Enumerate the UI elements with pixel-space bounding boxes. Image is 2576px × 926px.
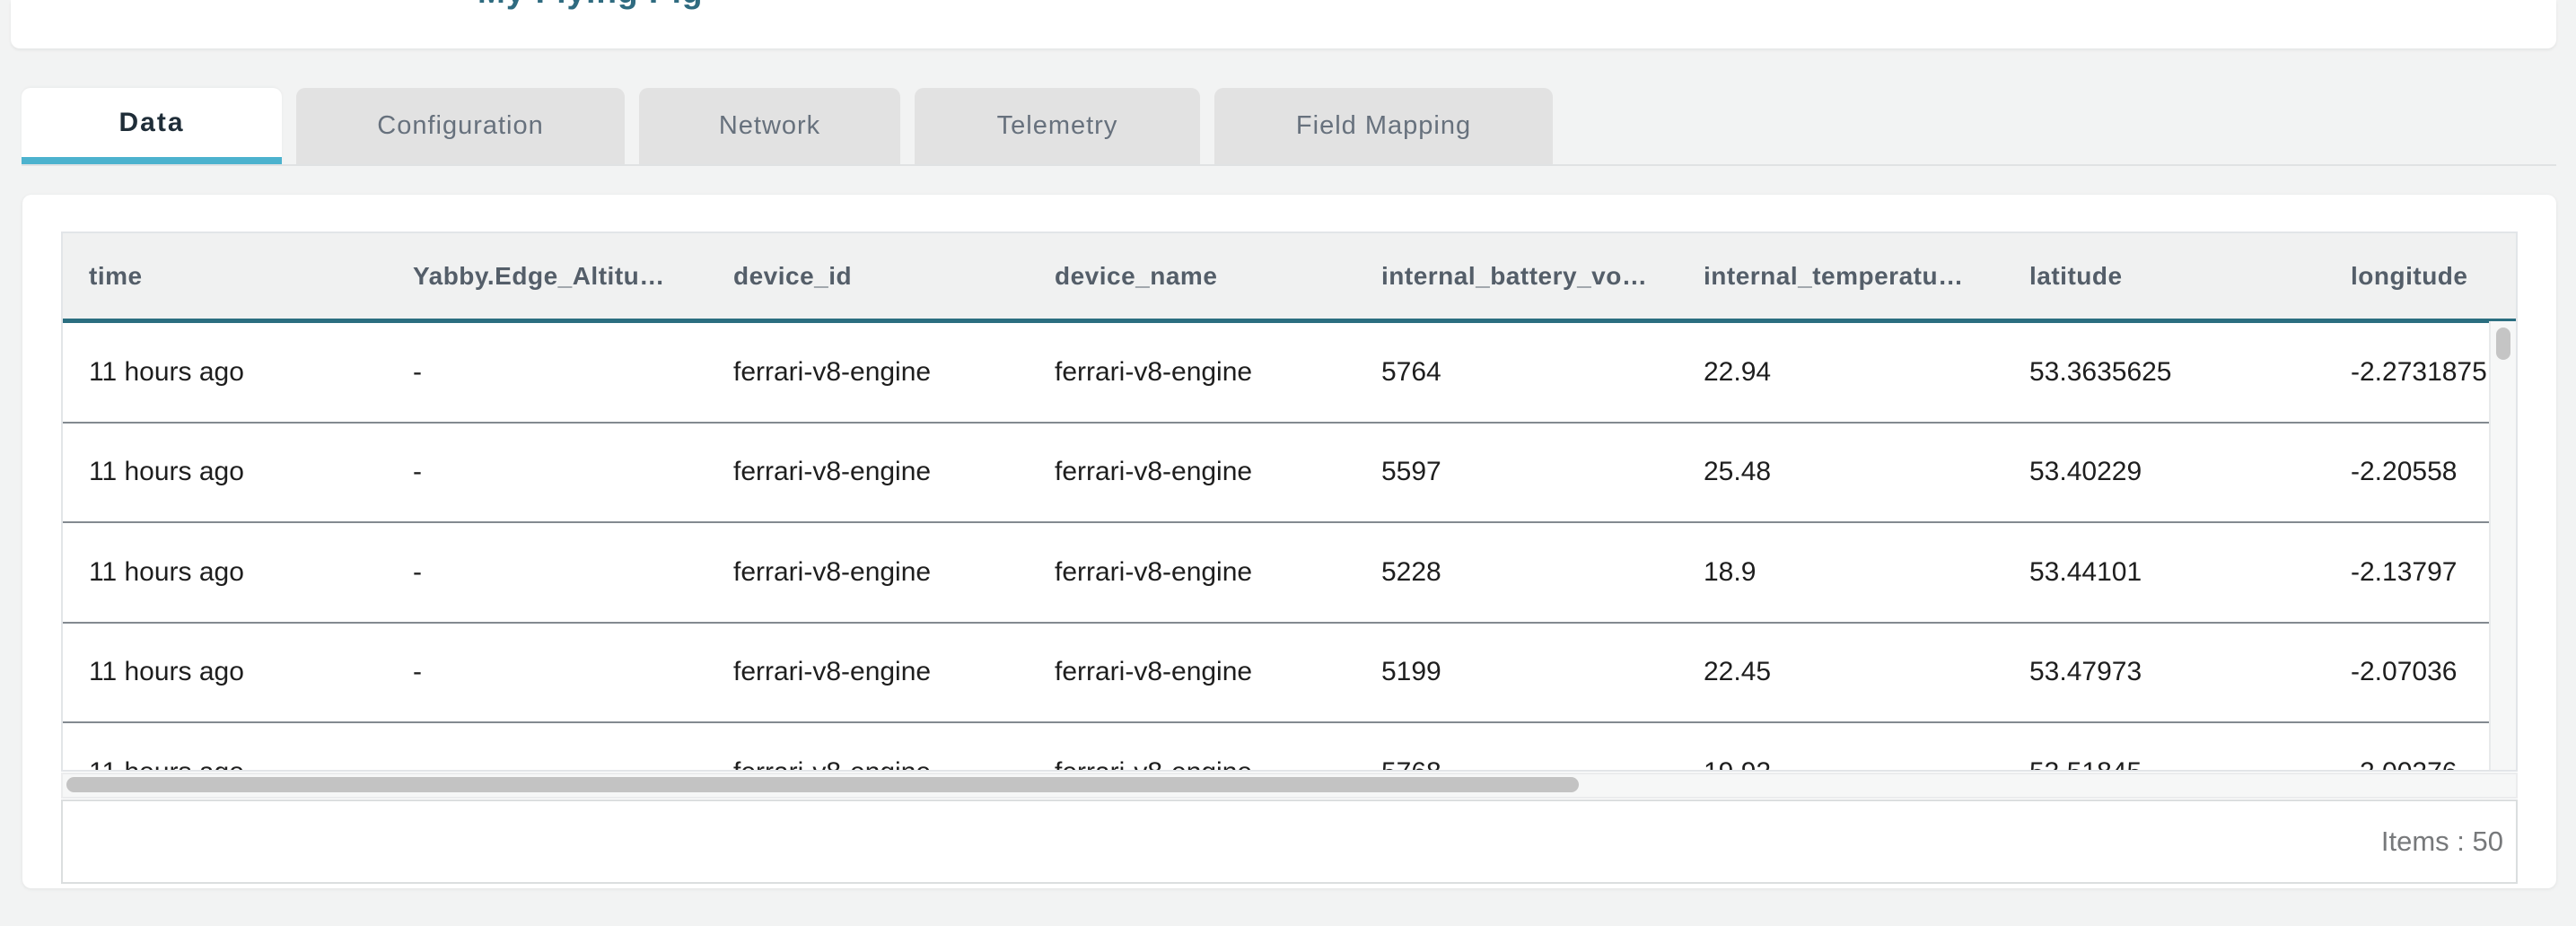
cell-temperature: 25.48 — [1678, 457, 2003, 487]
cell-longitude: -2.20558 — [2325, 457, 2489, 487]
table-header-row: time Yabby.Edge_Altitu… device_id device… — [63, 233, 2516, 323]
tab-bar: Data Configuration Network Telemetry Fie… — [22, 88, 2556, 166]
cell-temperature: 18.9 — [1678, 557, 2003, 588]
cell-device-id: ferrari-v8-engine — [707, 757, 1029, 772]
cell-device-name: ferrari-v8-engine — [1029, 357, 1355, 388]
cell-battery: 5228 — [1355, 557, 1678, 588]
cell-latitude: 53.40229 — [2003, 457, 2325, 487]
table-footer: Items : 50 — [61, 799, 2518, 884]
cell-longitude: -2.2731875 — [2325, 357, 2489, 388]
horizontal-scrollbar[interactable] — [61, 773, 2518, 799]
table-row[interactable]: 11 hours ago - ferrari-v8-engine ferrari… — [63, 523, 2489, 624]
cell-time: 11 hours ago — [63, 457, 387, 487]
column-header-time[interactable]: time — [63, 262, 387, 291]
cell-temperature: 19.92 — [1678, 757, 2003, 772]
table-row[interactable]: 11 hours ago - ferrari-v8-engine ferrari… — [63, 424, 2489, 524]
cell-altitude: - — [387, 657, 707, 687]
cell-battery: 5764 — [1355, 357, 1678, 388]
vertical-scrollbar-thumb[interactable] — [2496, 328, 2510, 360]
cell-battery: 5199 — [1355, 657, 1678, 687]
column-header-longitude[interactable]: longitude — [2325, 262, 2489, 291]
table-row[interactable]: 11 hours ago - ferrari-v8-engine ferrari… — [63, 323, 2489, 424]
cell-device-id: ferrari-v8-engine — [707, 657, 1029, 687]
tab-telemetry[interactable]: Telemetry — [915, 88, 1200, 164]
cell-temperature: 22.45 — [1678, 657, 2003, 687]
data-table: time Yabby.Edge_Altitu… device_id device… — [61, 232, 2518, 772]
tab-field-mapping-label: Field Mapping — [1296, 111, 1471, 141]
column-header-latitude[interactable]: latitude — [2003, 262, 2325, 291]
cell-altitude: - — [387, 557, 707, 588]
cell-time: 11 hours ago — [63, 357, 387, 388]
column-header-device-name[interactable]: device_name — [1029, 262, 1355, 291]
cell-device-id: ferrari-v8-engine — [707, 557, 1029, 588]
cell-device-name: ferrari-v8-engine — [1029, 657, 1355, 687]
cell-longitude: -2.13797 — [2325, 557, 2489, 588]
top-panel: My Flying Pig — [11, 0, 2556, 48]
cell-latitude: 53.44101 — [2003, 557, 2325, 588]
tab-configuration-label: Configuration — [377, 111, 544, 141]
column-header-yabby-edge-altitude[interactable]: Yabby.Edge_Altitu… — [387, 262, 707, 291]
tab-network-label: Network — [719, 111, 820, 141]
tab-configuration[interactable]: Configuration — [296, 88, 625, 164]
cell-latitude: 53.3635625 — [2003, 357, 2325, 388]
cell-device-name: ferrari-v8-engine — [1029, 457, 1355, 487]
table-row[interactable]: 11 hours ago - ferrari-v8-engine ferrari… — [63, 624, 2489, 724]
tab-telemetry-label: Telemetry — [997, 111, 1118, 141]
data-card: time Yabby.Edge_Altitu… device_id device… — [22, 195, 2556, 888]
clipped-page-title: My Flying Pig — [478, 0, 729, 12]
items-count: Items : 50 — [2381, 826, 2503, 858]
cell-time: 11 hours ago — [63, 657, 387, 687]
cell-time: 11 hours ago — [63, 557, 387, 588]
cell-temperature: 22.94 — [1678, 357, 2003, 388]
column-header-device-id[interactable]: device_id — [707, 262, 1029, 291]
tab-data-label: Data — [118, 108, 184, 138]
column-header-internal-battery-voltage[interactable]: internal_battery_vo… — [1355, 262, 1678, 291]
cell-device-name: ferrari-v8-engine — [1029, 757, 1355, 772]
cell-battery: 5597 — [1355, 457, 1678, 487]
cell-longitude: -2.00276 — [2325, 757, 2489, 772]
tab-network[interactable]: Network — [639, 88, 900, 164]
cell-latitude: 53.47973 — [2003, 657, 2325, 687]
cell-altitude: - — [387, 757, 707, 772]
table-row[interactable]: 11 hours ago - ferrari-v8-engine ferrari… — [63, 723, 2489, 772]
cell-time: 11 hours ago — [63, 757, 387, 772]
cell-latitude: 53.51845 — [2003, 757, 2325, 772]
clipped-page-title-text: My Flying Pig — [478, 0, 729, 11]
cell-altitude: - — [387, 457, 707, 487]
tab-field-mapping[interactable]: Field Mapping — [1214, 88, 1553, 164]
cell-altitude: - — [387, 357, 707, 388]
column-header-internal-temperature[interactable]: internal_temperatu… — [1678, 262, 2003, 291]
cell-battery: 5768 — [1355, 757, 1678, 772]
cell-device-id: ferrari-v8-engine — [707, 457, 1029, 487]
horizontal-scrollbar-thumb[interactable] — [66, 777, 1579, 792]
cell-device-id: ferrari-v8-engine — [707, 357, 1029, 388]
cell-device-name: ferrari-v8-engine — [1029, 557, 1355, 588]
cell-longitude: -2.07036 — [2325, 657, 2489, 687]
tab-data[interactable]: Data — [22, 88, 282, 164]
vertical-scrollbar[interactable] — [2489, 321, 2516, 770]
